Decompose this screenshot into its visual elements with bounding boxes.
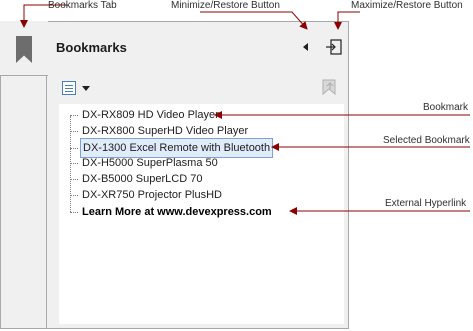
callout-bookmark: Bookmark xyxy=(423,102,469,113)
callout-lines xyxy=(20,4,470,215)
callout-selected-bookmark: Selected Bookmark xyxy=(383,135,470,146)
callout-bookmarks-tab: Bookmarks Tab xyxy=(48,0,117,11)
callout-maximize-restore: Maximize/Restore Button xyxy=(351,0,463,11)
callout-external-hyperlink: External Hyperlink xyxy=(385,198,467,209)
callout-minimize-restore: Minimize/Restore Button xyxy=(171,0,280,11)
